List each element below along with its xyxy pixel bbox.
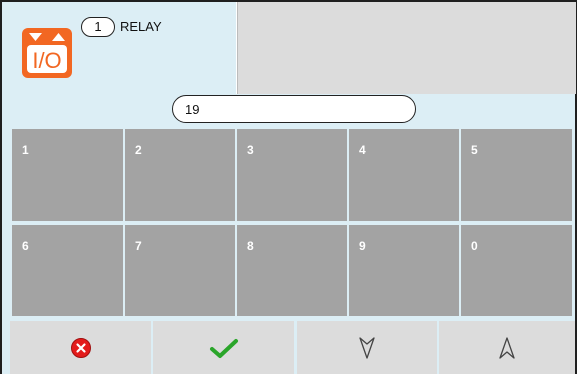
header-info-panel [237, 2, 576, 94]
relay-label: RELAY [120, 19, 162, 34]
key-2[interactable]: 2 [125, 129, 235, 221]
action-toolbar [2, 320, 575, 374]
key-5[interactable]: 5 [461, 129, 572, 221]
move-down-button[interactable] [297, 321, 437, 374]
confirm-check-icon [209, 338, 238, 358]
arrow-up-icon [499, 336, 515, 359]
io-relay-icon: I/O [22, 28, 72, 78]
cancel-button[interactable] [10, 321, 151, 374]
arrow-down-icon [359, 336, 375, 359]
relay-number-badge: 1 [81, 17, 115, 37]
numeric-keypad: 1 2 3 4 5 6 7 8 9 0 [2, 128, 575, 320]
key-4[interactable]: 4 [349, 129, 459, 221]
key-6[interactable]: 6 [12, 225, 123, 316]
key-0[interactable]: 0 [461, 225, 572, 316]
input-row: 19 [2, 94, 575, 128]
confirm-button[interactable] [153, 321, 294, 374]
key-1[interactable]: 1 [12, 129, 123, 221]
cancel-icon [70, 337, 91, 358]
relay-edit-screen: I/O 1 RELAY 19 1 2 3 4 5 6 7 8 9 0 [0, 0, 577, 374]
header-title-area: I/O 1 RELAY [2, 2, 236, 94]
move-up-button[interactable] [439, 321, 575, 374]
key-9[interactable]: 9 [349, 225, 459, 316]
key-7[interactable]: 7 [125, 225, 235, 316]
key-3[interactable]: 3 [237, 129, 347, 221]
svg-text:I/O: I/O [32, 48, 61, 73]
key-8[interactable]: 8 [237, 225, 347, 316]
value-input-field[interactable]: 19 [172, 95, 416, 123]
